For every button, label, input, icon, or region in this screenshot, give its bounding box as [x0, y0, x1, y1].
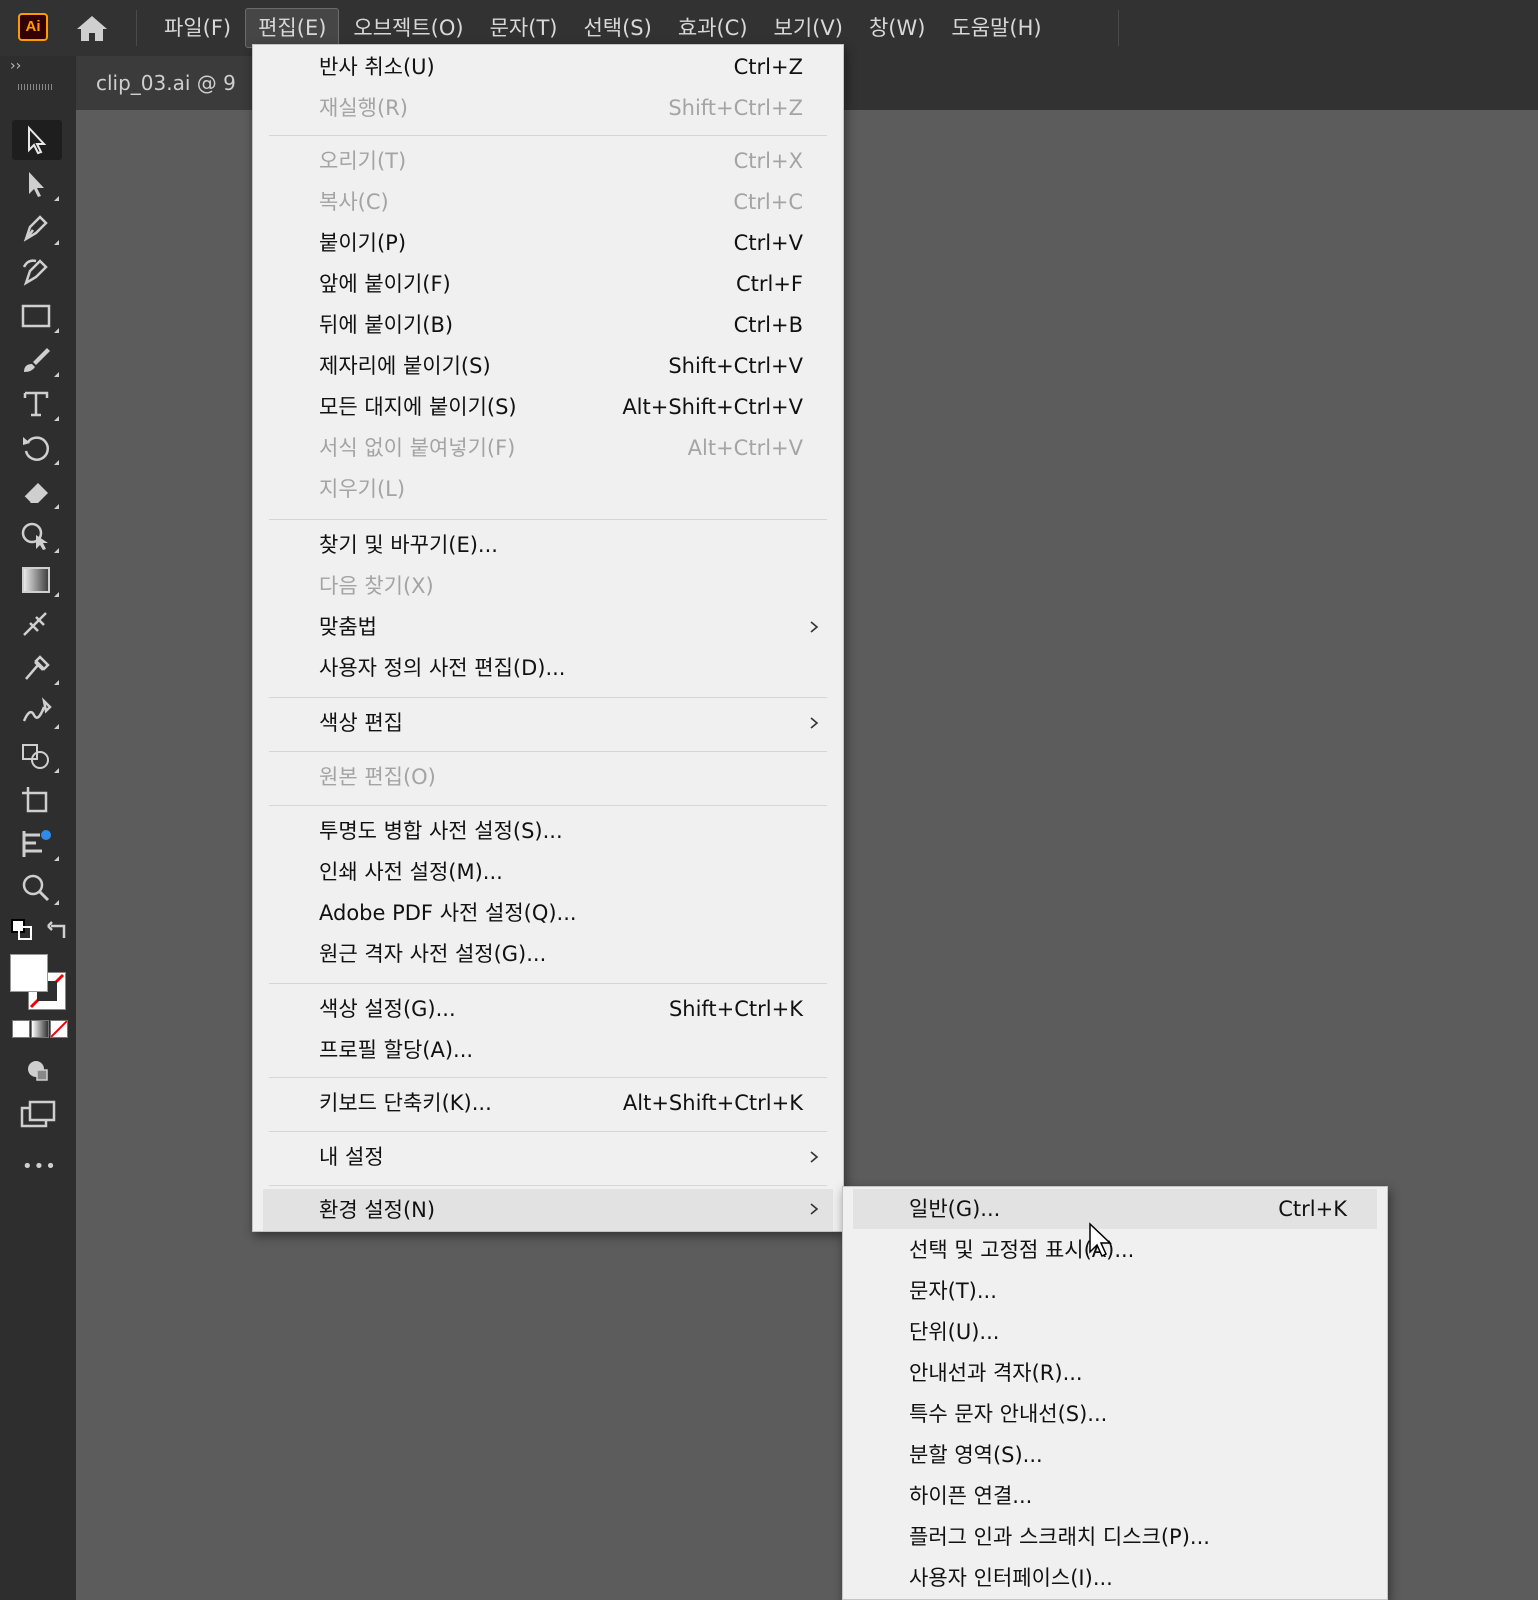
collapse-panel-icon[interactable]: ››: [10, 58, 21, 74]
menu-item-clear[interactable]: 지우기(L): [263, 469, 833, 509]
menu-separator: [269, 1185, 827, 1186]
fill-swatch[interactable]: [10, 954, 48, 992]
fill-stroke-swatch[interactable]: [10, 954, 66, 1010]
menu-item-edit-colors[interactable]: 색상 편집: [263, 703, 833, 743]
menu-view[interactable]: 보기(V): [762, 8, 855, 48]
main-menu: 파일(F) 편집(E) 오브젝트(O) 문자(T) 선택(S) 효과(C) 보기…: [152, 8, 1056, 48]
gradient-tool-icon[interactable]: [12, 560, 62, 600]
menubar-divider: [136, 10, 137, 46]
rotate-tool-icon[interactable]: [12, 428, 62, 468]
menu-edit[interactable]: 편집(E): [245, 8, 340, 48]
menu-separator: [269, 135, 827, 136]
menu-item-pdf-presets[interactable]: Adobe PDF 사전 설정(Q)...: [263, 893, 833, 933]
menu-separator: [269, 751, 827, 752]
menu-item-edit-original[interactable]: 원본 편집(O): [263, 757, 833, 797]
menu-item-copy[interactable]: 복사(C) Ctrl+C: [263, 182, 833, 222]
gradient-mode-icon[interactable]: [31, 1020, 49, 1038]
chevron-right-icon: [810, 717, 819, 729]
pen-tool-icon[interactable]: [12, 208, 62, 248]
menu-item-redo[interactable]: 재실행(R) Shift+Ctrl+Z: [263, 88, 833, 128]
submenu-item-smart-guides[interactable]: 특수 문자 안내선(S)...: [853, 1394, 1377, 1434]
width-tool-icon[interactable]: [12, 604, 62, 644]
menu-item-paste-in-front[interactable]: 앞에 붙이기(F) Ctrl+F: [263, 264, 833, 304]
menu-item-color-settings[interactable]: 색상 설정(G)... Shift+Ctrl+K: [263, 989, 833, 1029]
menu-item-paste-in-place[interactable]: 제자리에 붙이기(S) Shift+Ctrl+V: [263, 346, 833, 386]
menu-effect[interactable]: 효과(C): [666, 8, 760, 48]
edit-menu-dropdown: 반사 취소(U) Ctrl+Z 재실행(R) Shift+Ctrl+Z 오리기(T)…: [252, 44, 844, 1232]
menu-separator: [269, 805, 827, 806]
menu-item-keyboard-shortcuts[interactable]: 키보드 단축키(K)... Alt+Shift+Ctrl+K: [263, 1083, 833, 1123]
menu-item-paste[interactable]: 붙이기(P) Ctrl+V: [263, 223, 833, 263]
menu-window[interactable]: 창(W): [857, 8, 937, 48]
paintbrush-tool-icon[interactable]: [12, 340, 62, 380]
rectangle-tool-icon[interactable]: [12, 296, 62, 336]
more-tools-icon[interactable]: •••: [22, 1156, 57, 1177]
menu-item-find-replace[interactable]: 찾기 및 바꾸기(E)...: [263, 525, 833, 565]
tools-panel: ›› •••: [0, 56, 77, 1600]
swap-fill-stroke-icon[interactable]: [46, 918, 70, 942]
menu-item-find-next[interactable]: 다음 찾기(X): [263, 566, 833, 606]
selection-tool-icon[interactable]: [12, 120, 62, 160]
menu-select[interactable]: 선택(S): [571, 8, 663, 48]
mouse-cursor-icon: [1089, 1222, 1112, 1258]
menu-separator: [269, 1077, 827, 1078]
document-tab[interactable]: clip_03.ai @ 9: [76, 56, 276, 110]
menu-item-paste-on-all-artboards[interactable]: 모든 대지에 붙이기(S) Alt+Shift+Ctrl+V: [263, 387, 833, 427]
blend-tool-icon[interactable]: [12, 692, 62, 732]
none-mode-icon[interactable]: [50, 1020, 68, 1038]
menu-item-transparency-flattener-presets[interactable]: 투명도 병합 사전 설정(S)...: [263, 811, 833, 851]
menu-type[interactable]: 문자(T): [478, 8, 570, 48]
menu-help[interactable]: 도움말(H): [939, 8, 1053, 48]
menu-item-paste-in-back[interactable]: 뒤에 붙이기(B) Ctrl+B: [263, 305, 833, 345]
submenu-item-selection-anchor-display[interactable]: 선택 및 고정점 표시(A)...: [853, 1230, 1377, 1270]
submenu-item-general[interactable]: 일반(G)... Ctrl+K: [853, 1189, 1377, 1229]
menu-separator: [269, 519, 827, 520]
panel-grip[interactable]: [18, 84, 54, 90]
shape-builder-tool-icon[interactable]: [12, 516, 62, 556]
screen-mode-icon[interactable]: [20, 1100, 56, 1130]
direct-selection-tool-icon[interactable]: [12, 164, 62, 204]
chevron-right-icon: [810, 1203, 819, 1215]
artboard-tool-icon[interactable]: [12, 780, 62, 820]
menu-item-print-presets[interactable]: 인쇄 사전 설정(M)...: [263, 852, 833, 892]
color-mode-icon[interactable]: [12, 1020, 30, 1038]
type-tool-icon[interactable]: [12, 384, 62, 424]
symbol-sprayer-tool-icon[interactable]: [12, 736, 62, 776]
menu-item-my-settings[interactable]: 내 설정: [263, 1137, 833, 1177]
eraser-tool-icon[interactable]: [12, 472, 62, 512]
menubar-divider: [1118, 10, 1119, 46]
menu-item-paste-without-formatting[interactable]: 서식 없이 붙여넣기(F) Alt+Ctrl+V: [263, 428, 833, 468]
menu-item-assign-profile[interactable]: 프로필 할당(A)...: [263, 1030, 833, 1070]
draw-mode-icon[interactable]: [24, 1056, 52, 1084]
menu-item-spelling[interactable]: 맞춤법: [263, 607, 833, 647]
menu-separator: [269, 983, 827, 984]
default-fill-stroke-icon[interactable]: [10, 918, 34, 942]
preferences-submenu: 일반(G)... Ctrl+K 선택 및 고정점 표시(A)... 문자(T)..…: [842, 1186, 1388, 1600]
chevron-right-icon: [810, 621, 819, 633]
curvature-tool-icon[interactable]: [12, 252, 62, 292]
menu-object[interactable]: 오브젝트(O): [341, 8, 475, 48]
menu-separator: [269, 1131, 827, 1132]
submenu-item-slices[interactable]: 분할 영역(S)...: [853, 1435, 1377, 1475]
submenu-item-guides-grid[interactable]: 안내선과 격자(R)...: [853, 1353, 1377, 1393]
submenu-item-plugins-scratch-disks[interactable]: 플러그 인과 스크래치 디스크(P)...: [853, 1517, 1377, 1557]
submenu-item-user-interface[interactable]: 사용자 인터페이스(I)...: [853, 1558, 1377, 1598]
home-icon[interactable]: [74, 12, 110, 44]
submenu-item-units[interactable]: 단위(U)...: [853, 1312, 1377, 1352]
chart-tool-icon[interactable]: [12, 824, 62, 864]
submenu-item-hyphenation[interactable]: 하이픈 연결...: [853, 1476, 1377, 1516]
color-mode-buttons[interactable]: [12, 1020, 68, 1038]
zoom-tool-icon[interactable]: [12, 868, 62, 908]
eyedropper-tool-icon[interactable]: [12, 648, 62, 688]
chevron-right-icon: [810, 1151, 819, 1163]
menu-item-perspective-grid-presets[interactable]: 원근 격자 사전 설정(G)...: [263, 934, 833, 974]
menu-item-undo[interactable]: 반사 취소(U) Ctrl+Z: [263, 47, 833, 87]
menu-separator: [269, 697, 827, 698]
submenu-item-type[interactable]: 문자(T)...: [853, 1271, 1377, 1311]
menu-item-cut[interactable]: 오리기(T) Ctrl+X: [263, 141, 833, 181]
menu-item-preferences[interactable]: 환경 설정(N): [263, 1189, 833, 1231]
menu-file[interactable]: 파일(F): [152, 8, 243, 48]
app-logo: Ai: [18, 13, 48, 41]
menu-item-edit-custom-dictionary[interactable]: 사용자 정의 사전 편집(D)...: [263, 648, 833, 688]
